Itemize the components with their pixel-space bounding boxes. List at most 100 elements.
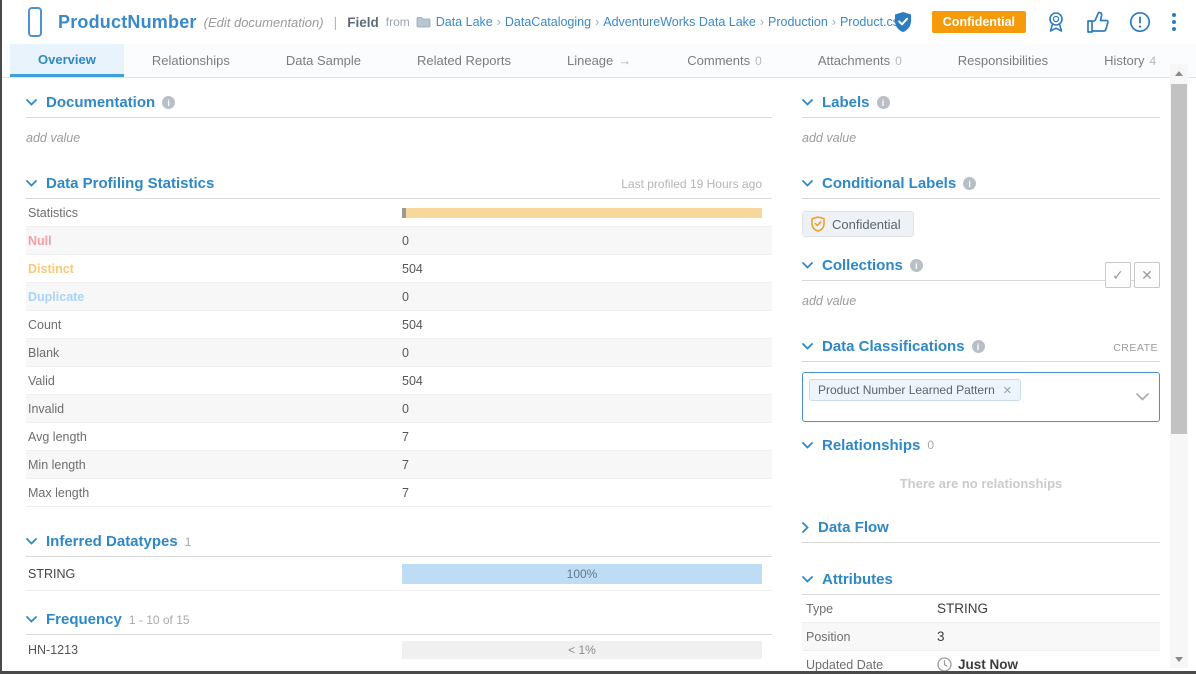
inferred-datatypes-section-header[interactable]: Inferred Datatypes 1 — [26, 531, 772, 557]
stat-label: Null — [26, 234, 402, 248]
relationships-section-header[interactable]: Relationships 0 — [802, 432, 1160, 458]
field-column-icon — [28, 7, 42, 37]
chevron-down-icon — [802, 180, 813, 187]
classification-edit-buttons: ✓ ✕ — [1105, 262, 1160, 288]
tab-history[interactable]: History4 — [1076, 44, 1184, 77]
tab-comments[interactable]: Comments0 — [659, 44, 790, 77]
conditional-label-chip[interactable]: Confidential — [802, 211, 914, 237]
info-icon: i — [877, 96, 890, 109]
table-row: Avg length 7 — [26, 423, 772, 451]
stat-value: 504 — [402, 374, 423, 388]
classification-multiselect[interactable]: Product Number Learned Pattern ✕ — [802, 372, 1160, 422]
stat-label: Max length — [26, 486, 402, 500]
table-row: Duplicate 0 — [26, 283, 772, 311]
chevron-down-icon — [26, 180, 37, 187]
create-classification-link[interactable]: CREATE — [1113, 342, 1158, 354]
info-icon: i — [963, 177, 976, 190]
data-flow-section-header[interactable]: Data Flow — [802, 517, 1160, 543]
section-count: 1 - 10 of 15 — [129, 613, 190, 627]
section-title: Data Classifications — [822, 338, 965, 355]
page-header: ProductNumber (Edit documentation) | Fie… — [2, 0, 1196, 44]
stat-label: Distinct — [26, 262, 402, 276]
table-row: STRING 100% — [26, 557, 772, 591]
collections-add-value[interactable]: add value — [802, 281, 1160, 328]
stat-value: 504 — [402, 262, 423, 276]
section-title: Data Flow — [818, 519, 889, 536]
edit-documentation-link[interactable]: (Edit documentation) — [204, 15, 324, 30]
info-icon: i — [972, 340, 985, 353]
tab-related-reports[interactable]: Related Reports — [389, 44, 539, 77]
datatype-bar: 100% — [402, 564, 762, 584]
table-row: Max length 7 — [26, 479, 772, 507]
table-row: Null 0 — [26, 227, 772, 255]
documentation-section-header[interactable]: Documentation i — [26, 92, 772, 118]
attr-label: Type — [802, 602, 937, 616]
cancel-button[interactable]: ✕ — [1134, 262, 1160, 288]
profiling-table: Statistics Null 0 Distinct 504 Duplicate… — [26, 199, 772, 507]
scroll-up-arrow[interactable] — [1170, 66, 1188, 80]
stat-label: Min length — [26, 458, 402, 472]
stat-label: Count — [26, 318, 402, 332]
table-row: Distinct 504 — [26, 255, 772, 283]
vertical-scrollbar[interactable] — [1170, 64, 1188, 668]
alert-info-icon[interactable] — [1129, 11, 1151, 33]
dropdown-chevron-icon[interactable] — [1136, 393, 1149, 401]
labels-section-header[interactable]: Labels i — [802, 92, 1160, 118]
info-icon: i — [910, 259, 923, 272]
labels-add-value[interactable]: add value — [802, 118, 1160, 165]
section-title: Frequency — [46, 611, 122, 628]
section-title: Inferred Datatypes — [46, 533, 178, 550]
table-row: Invalid 0 — [26, 395, 772, 423]
folder-icon — [416, 16, 431, 28]
section-count: 1 — [185, 535, 192, 549]
stat-label: Valid — [26, 374, 402, 388]
confirm-button[interactable]: ✓ — [1105, 262, 1131, 288]
datatype-label: STRING — [26, 567, 402, 581]
tab-relationships[interactable]: Relationships — [124, 44, 258, 77]
breadcrumb-item[interactable]: AdventureWorks Data Lake — [603, 15, 756, 29]
breadcrumb-item[interactable]: Production — [768, 15, 828, 29]
attr-label: Updated Date — [802, 658, 937, 672]
breadcrumb-separator: › — [595, 15, 599, 29]
table-row: Blank 0 — [26, 339, 772, 367]
documentation-add-value[interactable]: add value — [26, 118, 772, 165]
tab-overview[interactable]: Overview — [10, 44, 124, 77]
tab-lineage[interactable]: Lineage→ — [539, 44, 659, 77]
tab-attachments[interactable]: Attachments0 — [790, 44, 930, 77]
thumbs-up-icon[interactable] — [1086, 11, 1110, 34]
stat-value: 0 — [402, 402, 409, 416]
stat-value: 0 — [402, 234, 409, 248]
table-row: Count 504 — [26, 311, 772, 339]
scroll-down-arrow[interactable] — [1170, 652, 1188, 666]
breadcrumb-separator: › — [497, 15, 501, 29]
stat-value: 504 — [402, 318, 423, 332]
section-title: Relationships — [822, 437, 920, 454]
attr-value-with-icon: Just Now — [937, 657, 1018, 672]
chevron-down-icon — [26, 616, 37, 623]
classification-chip[interactable]: Product Number Learned Pattern ✕ — [809, 379, 1021, 401]
stat-label: Statistics — [26, 206, 402, 220]
certified-shield-icon[interactable] — [893, 11, 913, 33]
page-title: ProductNumber — [58, 12, 197, 33]
breadcrumb-item[interactable]: Data Lake — [436, 15, 493, 29]
tab-responsibilities[interactable]: Responsibilities — [930, 44, 1076, 77]
frequency-section-header[interactable]: Frequency 1 - 10 of 15 — [26, 609, 772, 635]
scrollbar-thumb[interactable] — [1171, 84, 1187, 434]
data-classifications-section-header[interactable]: Data Classifications i CREATE — [802, 336, 1160, 362]
chevron-down-icon — [802, 262, 813, 269]
clock-icon — [937, 657, 952, 672]
more-options-kebab-icon[interactable] — [1170, 11, 1178, 33]
stat-value: 0 — [402, 290, 409, 304]
breadcrumb-item[interactable]: DataCataloging — [505, 15, 591, 29]
attributes-section-header[interactable]: Attributes — [802, 569, 1160, 595]
conditional-labels-section-header[interactable]: Conditional Labels i — [802, 173, 1160, 199]
profiling-section-header[interactable]: Data Profiling Statistics Last profiled … — [26, 173, 772, 199]
attr-value: 3 — [937, 629, 945, 644]
frequency-label: HN-1213 — [26, 643, 402, 657]
stat-value: 7 — [402, 458, 409, 472]
conditional-label-text: Confidential — [832, 217, 901, 232]
chevron-down-icon — [802, 99, 813, 106]
tab-data-sample[interactable]: Data Sample — [258, 44, 389, 77]
remove-chip-icon[interactable]: ✕ — [1003, 384, 1012, 397]
endorse-award-icon[interactable] — [1045, 10, 1067, 34]
